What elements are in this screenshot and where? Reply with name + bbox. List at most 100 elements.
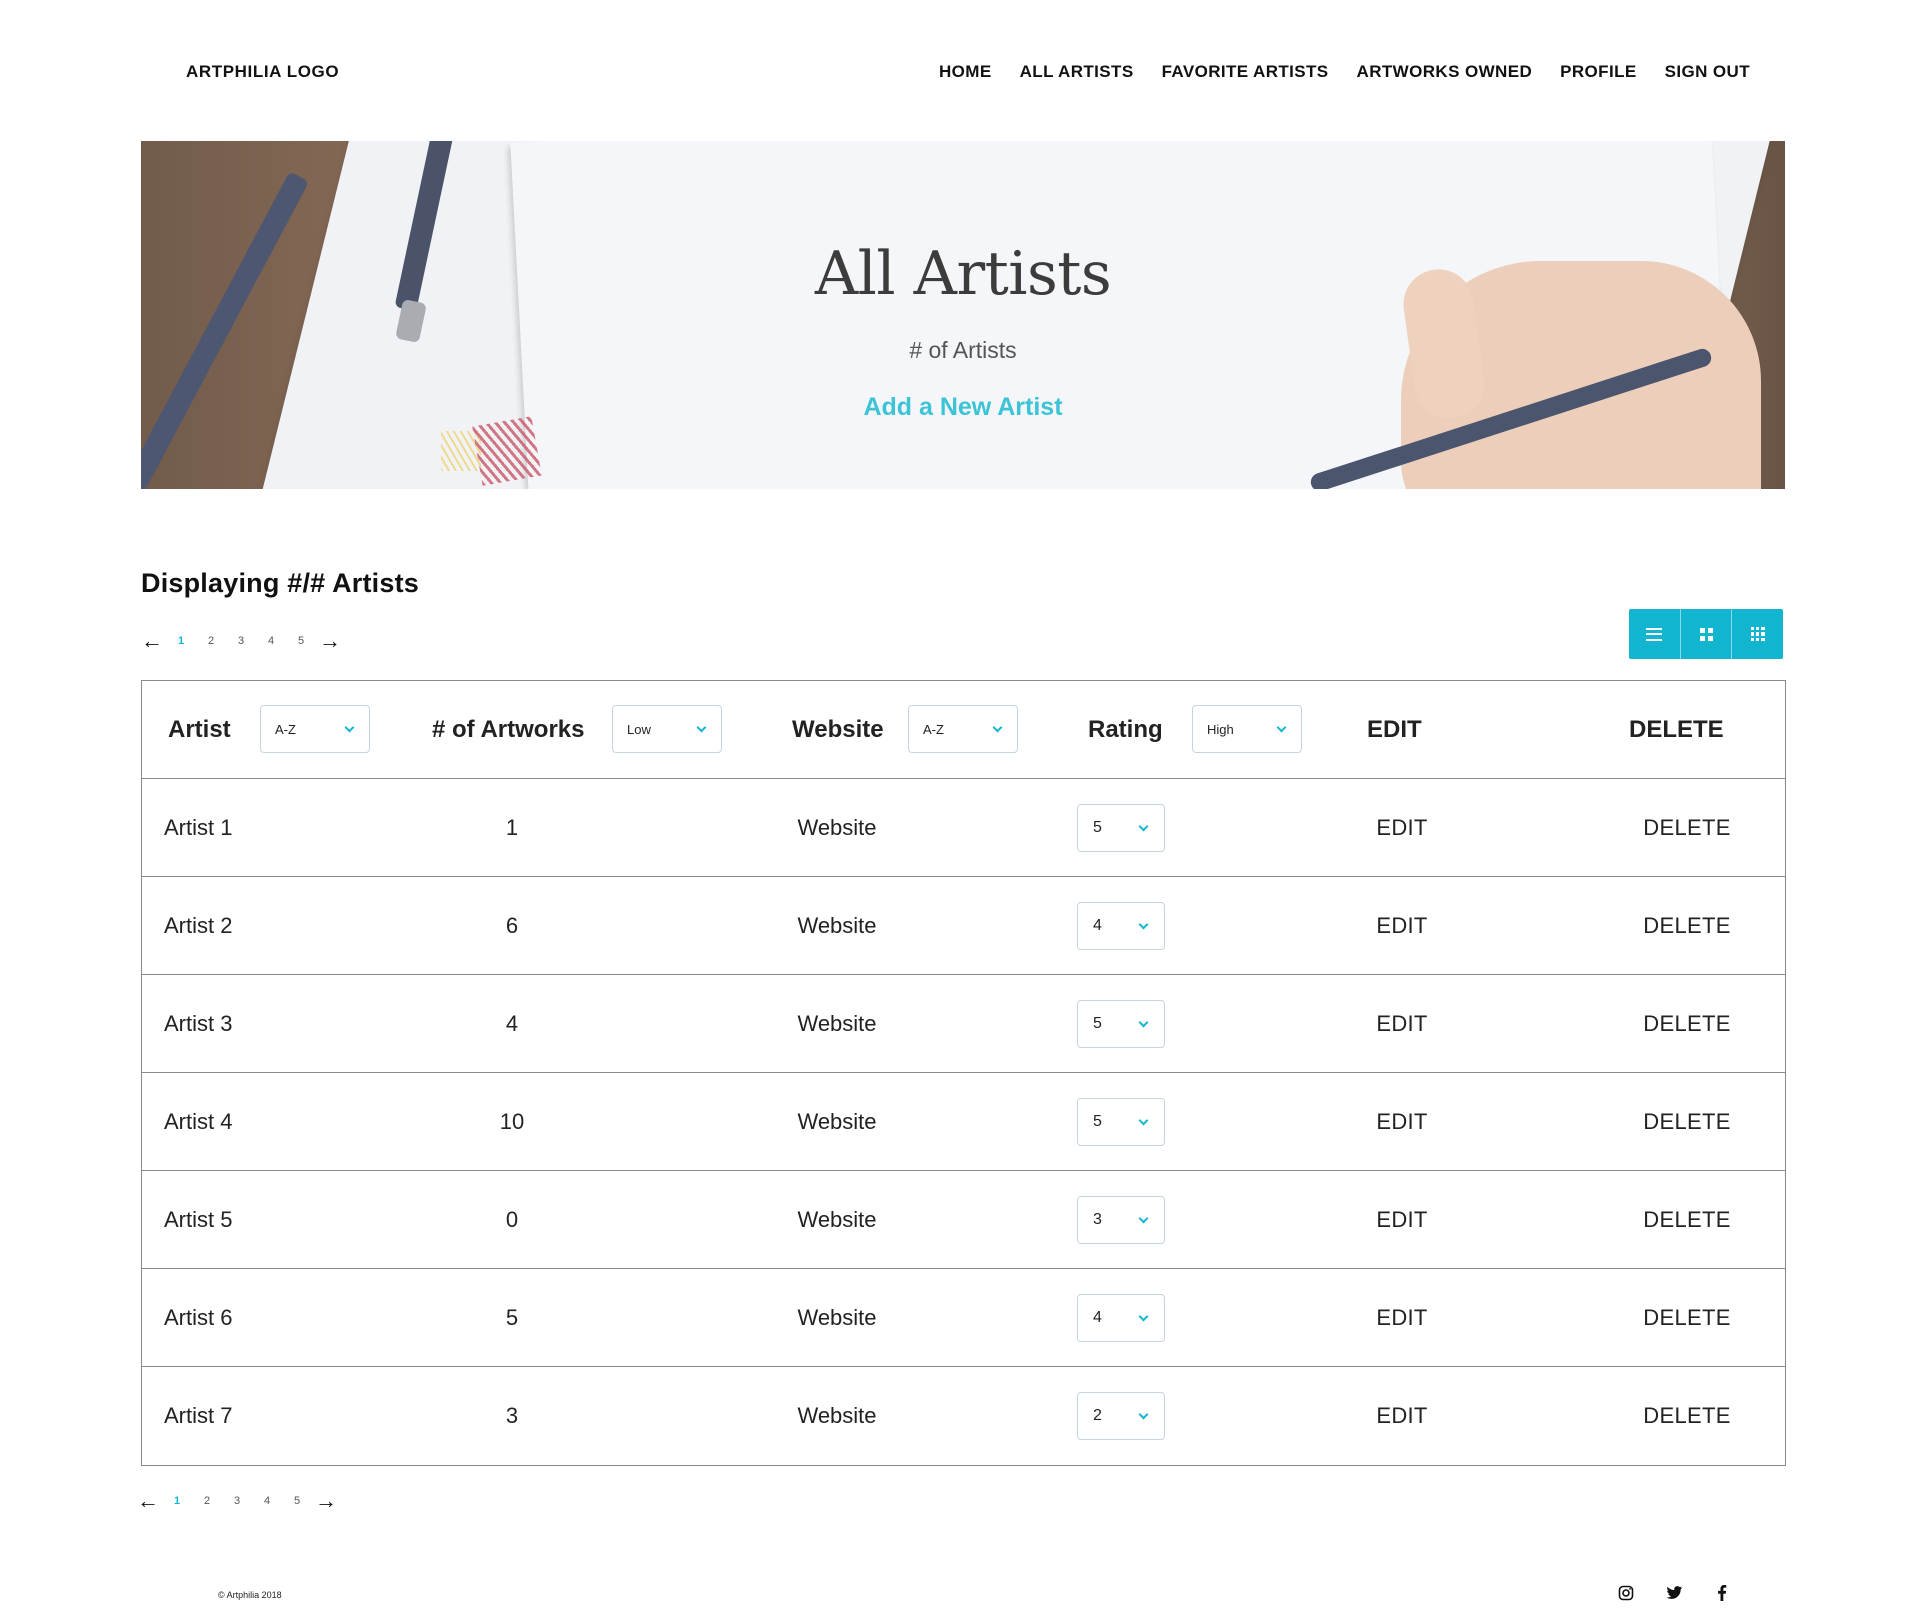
chevron-down-icon: [1276, 722, 1287, 733]
chevron-down-icon: [696, 722, 707, 733]
chevron-down-icon: [1138, 1213, 1149, 1224]
artworks-sort-select[interactable]: Low: [612, 705, 722, 753]
hero-banner: All Artists # of Artists Add a New Artis…: [141, 141, 1785, 489]
list-view-button[interactable]: [1629, 609, 1681, 659]
table-row: Artist 3 4 Website 5 EDIT DELETE: [142, 975, 1785, 1073]
column-header-website: Website: [792, 715, 884, 743]
artist-sort-value: A-Z: [275, 721, 296, 737]
delete-button[interactable]: DELETE: [1612, 877, 1762, 974]
site-logo[interactable]: ARTPHILIA LOGO: [186, 62, 339, 82]
delete-button[interactable]: DELETE: [1612, 1269, 1762, 1366]
table-header-row: Artist A-Z # of Artworks Low Website A-Z…: [142, 681, 1785, 779]
column-header-artist: Artist: [168, 715, 231, 743]
page-4[interactable]: 4: [252, 1495, 282, 1507]
rating-sort-value: High: [1207, 721, 1234, 737]
website-link[interactable]: Website: [762, 1269, 912, 1366]
edit-button[interactable]: EDIT: [1342, 1367, 1462, 1465]
hero-text: All Artists # of Artists Add a New Artis…: [141, 141, 1785, 489]
website-link[interactable]: Website: [762, 1171, 912, 1268]
prev-page-arrow-icon[interactable]: ←: [134, 1490, 162, 1512]
rating-select[interactable]: 4: [1077, 902, 1165, 950]
artwork-count: 0: [505, 1206, 519, 1232]
list-view-icon: [1646, 627, 1663, 641]
rating-select[interactable]: 2: [1077, 1392, 1165, 1440]
artwork-count: 1: [505, 814, 519, 840]
nav-all-artists[interactable]: ALL ARTISTS: [1020, 62, 1134, 82]
artist-name[interactable]: Artist 1: [164, 779, 232, 876]
rating-select[interactable]: 3: [1077, 1196, 1165, 1244]
social-links: [1616, 1583, 1732, 1603]
nav-sign-out[interactable]: SIGN OUT: [1665, 62, 1750, 82]
artist-name[interactable]: Artist 7: [164, 1367, 232, 1465]
page-2[interactable]: 2: [196, 635, 226, 647]
nav-favorite-artists[interactable]: FAVORITE ARTISTS: [1162, 62, 1329, 82]
grid-view-button[interactable]: [1681, 609, 1733, 659]
website-sort-select[interactable]: A-Z: [908, 705, 1018, 753]
page-2[interactable]: 2: [192, 1495, 222, 1507]
rating-select[interactable]: 4: [1077, 1294, 1165, 1342]
prev-page-arrow-icon[interactable]: ←: [138, 630, 166, 652]
page-1[interactable]: 1: [166, 635, 196, 647]
add-artist-link[interactable]: Add a New Artist: [141, 393, 1785, 422]
delete-button[interactable]: DELETE: [1612, 1367, 1762, 1465]
facebook-icon[interactable]: [1712, 1583, 1732, 1603]
website-link[interactable]: Website: [762, 779, 912, 876]
artist-name[interactable]: Artist 4: [164, 1073, 232, 1170]
delete-button[interactable]: DELETE: [1612, 1073, 1762, 1170]
artist-sort-select[interactable]: A-Z: [260, 705, 370, 753]
website-link[interactable]: Website: [762, 1367, 912, 1465]
twitter-icon[interactable]: [1664, 1583, 1684, 1603]
results-heading: Displaying #/# Artists: [141, 568, 419, 598]
chevron-down-icon: [1138, 1017, 1149, 1028]
chevron-down-icon: [992, 722, 1003, 733]
table-row: Artist 2 6 Website 4 EDIT DELETE: [142, 877, 1785, 975]
rating-select[interactable]: 5: [1077, 1000, 1165, 1048]
artist-name[interactable]: Artist 6: [164, 1269, 232, 1366]
artist-name[interactable]: Artist 5: [164, 1171, 232, 1268]
chevron-down-icon: [1138, 1311, 1149, 1322]
table-row: Artist 4 10 Website 5 EDIT DELETE: [142, 1073, 1785, 1171]
pagination-bottom: ← 1 2 3 4 5 →: [134, 1490, 340, 1512]
page-title: All Artists: [814, 239, 1112, 309]
nav-profile[interactable]: PROFILE: [1560, 62, 1636, 82]
edit-button[interactable]: EDIT: [1342, 1269, 1462, 1366]
page-3[interactable]: 3: [226, 635, 256, 647]
view-toggle: [1629, 609, 1783, 659]
edit-button[interactable]: EDIT: [1342, 877, 1462, 974]
delete-button[interactable]: DELETE: [1612, 1171, 1762, 1268]
edit-button[interactable]: EDIT: [1342, 779, 1462, 876]
artist-name[interactable]: Artist 2: [164, 877, 232, 974]
column-header-rating: Rating: [1088, 715, 1163, 743]
page-5[interactable]: 5: [282, 1495, 312, 1507]
rating-sort-select[interactable]: High: [1192, 705, 1302, 753]
edit-button[interactable]: EDIT: [1342, 1073, 1462, 1170]
artist-name[interactable]: Artist 3: [164, 975, 232, 1072]
page-5[interactable]: 5: [286, 635, 316, 647]
edit-button[interactable]: EDIT: [1342, 1171, 1462, 1268]
website-link[interactable]: Website: [762, 1073, 912, 1170]
artists-table: Artist A-Z # of Artworks Low Website A-Z…: [141, 680, 1786, 1466]
next-page-arrow-icon[interactable]: →: [312, 1490, 340, 1512]
rating-value: 2: [1093, 1407, 1102, 1424]
instagram-icon[interactable]: [1616, 1583, 1636, 1603]
table-row: Artist 7 3 Website 2 EDIT DELETE: [142, 1367, 1785, 1465]
rating-select[interactable]: 5: [1077, 804, 1165, 852]
website-link[interactable]: Website: [762, 975, 912, 1072]
nav-artworks-owned[interactable]: ARTWORKS OWNED: [1357, 62, 1533, 82]
artwork-count: 5: [505, 1304, 519, 1330]
website-link[interactable]: Website: [762, 877, 912, 974]
artwork-count: 10: [499, 1108, 525, 1134]
page-4[interactable]: 4: [256, 635, 286, 647]
rating-select[interactable]: 5: [1077, 1098, 1165, 1146]
next-page-arrow-icon[interactable]: →: [316, 630, 344, 652]
delete-button[interactable]: DELETE: [1612, 779, 1762, 876]
rating-value: 4: [1093, 1309, 1102, 1326]
page-1[interactable]: 1: [162, 1495, 192, 1507]
edit-button[interactable]: EDIT: [1342, 975, 1462, 1072]
chevron-down-icon: [1138, 1409, 1149, 1420]
nav-home[interactable]: HOME: [939, 62, 992, 82]
page-3[interactable]: 3: [222, 1495, 252, 1507]
compact-grid-button[interactable]: [1732, 609, 1783, 659]
delete-button[interactable]: DELETE: [1612, 975, 1762, 1072]
rating-value: 5: [1093, 1015, 1102, 1032]
